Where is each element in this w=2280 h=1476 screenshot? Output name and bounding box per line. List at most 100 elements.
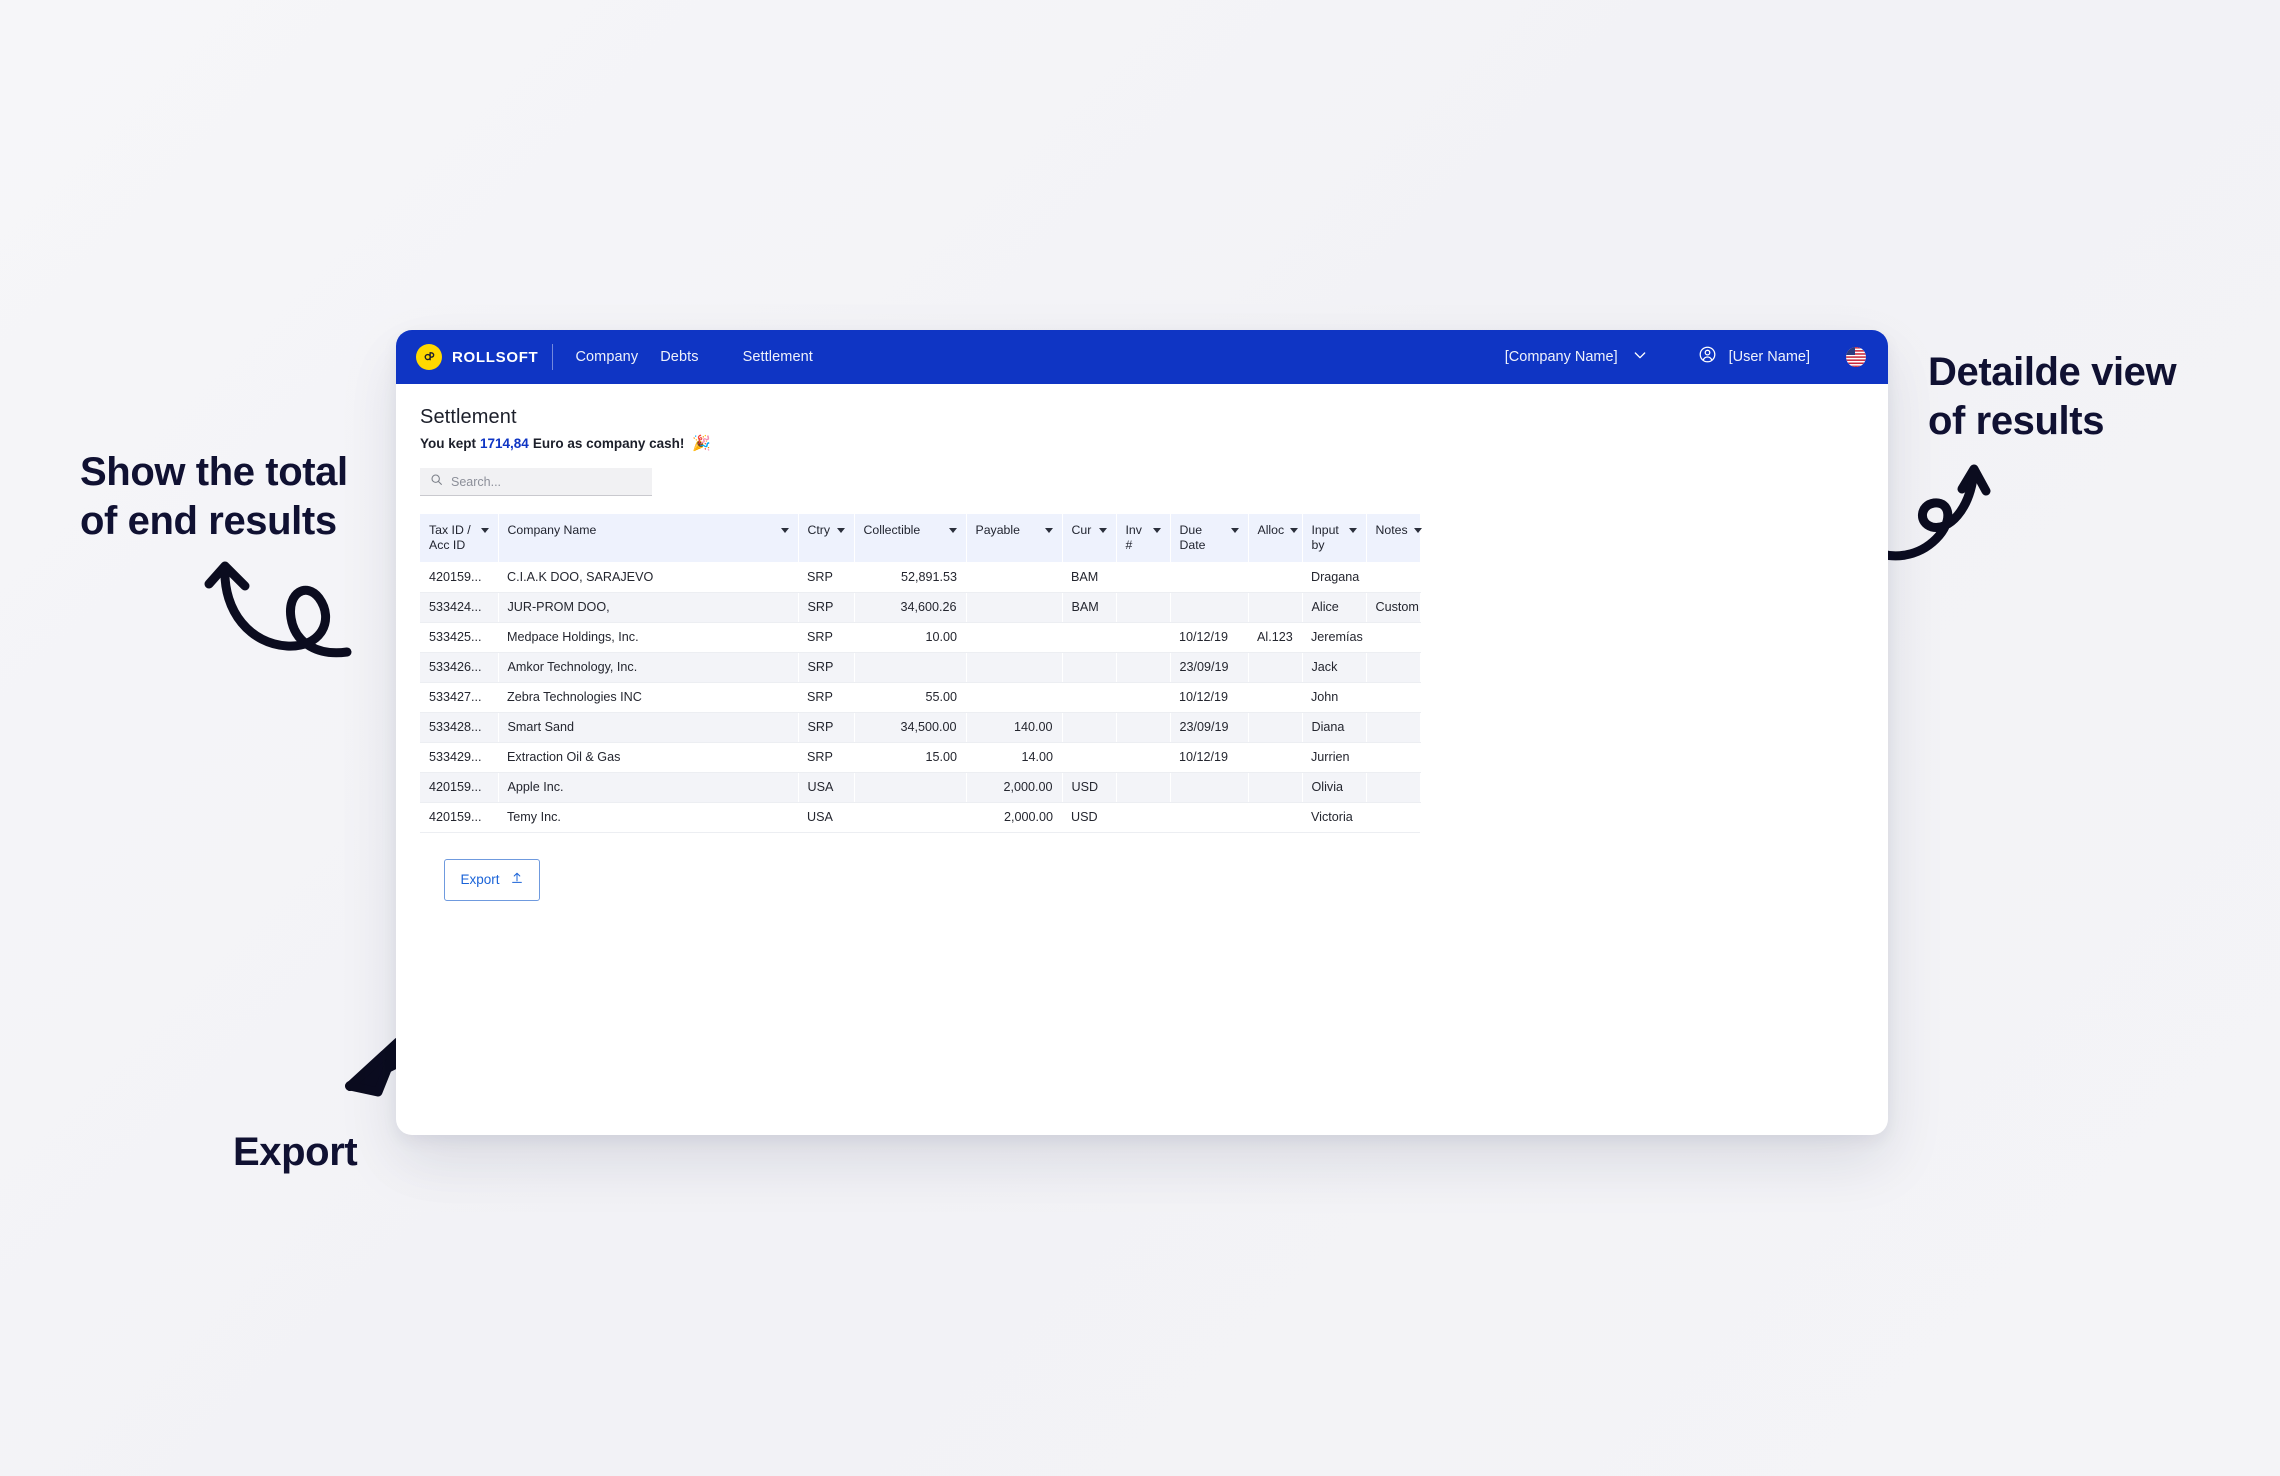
table-column-header-8[interactable]: Alloc <box>1248 514 1303 562</box>
us-flag-icon[interactable] <box>1846 347 1866 367</box>
cell-payable <box>966 622 1062 653</box>
table-column-header-10[interactable]: Notes <box>1366 514 1422 562</box>
cell-input_by: Olivia <box>1302 772 1367 803</box>
table-header: Tax ID / Acc ID Company Name Ctry Collectib… <box>420 514 1422 562</box>
search-input[interactable] <box>451 474 642 489</box>
cell-input_by: John <box>1302 682 1366 713</box>
column-header-label: Collectible <box>863 523 921 537</box>
cell-ctry: SRP <box>798 742 854 773</box>
nav-link-settlement[interactable]: Settlement <box>743 349 813 365</box>
cell-cur: BAM <box>1062 562 1116 593</box>
cell-tax_id: 420159... <box>420 802 498 833</box>
column-header-label: Cur <box>1071 523 1092 537</box>
annotation-show-total: Show the total of end results <box>80 450 348 543</box>
cell-tax_id: 533429... <box>420 742 498 773</box>
cell-tax_id: 533426... <box>420 652 499 683</box>
table-row[interactable]: 533424... JUR-PROM DOO, SRP 34,600.26 BAM Ali… <box>420 592 1421 623</box>
column-sort-caret-icon[interactable] <box>1290 528 1299 533</box>
cell-tax_id: 533424... <box>420 592 499 623</box>
cell-tax_id: 533428... <box>420 712 499 743</box>
table-column-header-2[interactable]: Ctry <box>798 514 855 562</box>
cell-inv <box>1116 622 1170 653</box>
table-column-header-4[interactable]: Payable <box>966 514 1063 562</box>
cell-ctry: SRP <box>798 592 855 623</box>
table-row[interactable]: 420159... C.I.A.K DOO, SARAJEVO SRP 52,891.… <box>420 562 1420 593</box>
cell-due: 10/12/19 <box>1170 742 1248 773</box>
cell-input_by: Jeremías <box>1302 622 1366 653</box>
kept-suffix: Euro as company cash! <box>532 435 685 451</box>
table-column-header-7[interactable]: Due Date <box>1170 514 1249 562</box>
table-row[interactable]: 420159... Temy Inc. USA 2,000.00 USD Victoria <box>420 802 1420 833</box>
cell-ctry: USA <box>798 772 855 803</box>
cell-input_by: Dragana <box>1302 562 1366 593</box>
annotation-detailed-view: Detailde view of results <box>1928 350 2177 443</box>
column-header-label: Due Date <box>1179 523 1206 552</box>
search-icon <box>430 473 443 491</box>
cell-alloc <box>1248 772 1303 803</box>
column-sort-caret-icon[interactable] <box>1044 528 1053 533</box>
column-sort-caret-icon[interactable] <box>780 528 789 533</box>
cell-input_by: Jack <box>1302 652 1367 683</box>
cell-cur: USD <box>1062 772 1117 803</box>
table-row[interactable]: 420159... Apple Inc. USA 2,000.00 USD Olivia <box>420 772 1421 803</box>
table-column-header-5[interactable]: Cur <box>1062 514 1117 562</box>
cell-inv <box>1116 562 1170 593</box>
cell-cur: BAM <box>1062 592 1117 623</box>
cell-due: 23/09/19 <box>1170 652 1249 683</box>
brand-logo[interactable]: ROLLSOFT <box>416 344 538 370</box>
cell-alloc: Al.123 <box>1248 622 1302 653</box>
column-sort-caret-icon[interactable] <box>1098 528 1107 533</box>
cell-alloc <box>1248 712 1303 743</box>
cell-cur <box>1062 682 1116 713</box>
table-column-header-3[interactable]: Collectible <box>854 514 967 562</box>
cell-company: Apple Inc. <box>498 772 799 803</box>
column-sort-caret-icon[interactable] <box>480 528 489 533</box>
table-column-header-9[interactable]: Input by <box>1302 514 1367 562</box>
nav-link-debts[interactable]: Debts <box>660 349 698 365</box>
cell-input_by: Victoria <box>1302 802 1366 833</box>
cell-company: Smart Sand <box>498 712 799 743</box>
column-header-label: Tax ID / Acc ID <box>429 523 471 552</box>
table-column-header-6[interactable]: Inv # <box>1116 514 1171 562</box>
cell-inv <box>1116 682 1170 713</box>
cell-payable <box>966 562 1062 593</box>
nav-link-company[interactable]: Company <box>575 349 638 365</box>
cell-due <box>1170 772 1249 803</box>
cell-company: Zebra Technologies INC <box>498 682 798 713</box>
table-row[interactable]: 533425... Medpace Holdings, Inc. SRP 10.00 1… <box>420 622 1420 653</box>
settlement-table: Tax ID / Acc ID Company Name Ctry Collectib… <box>420 514 1422 833</box>
export-button[interactable]: Export <box>444 858 540 901</box>
table-row[interactable]: 533427... Zebra Technologies INC SRP 55.00 1… <box>420 682 1420 713</box>
cell-notes <box>1366 622 1420 653</box>
cell-inv <box>1116 802 1170 833</box>
company-selector[interactable]: [Company Name] <box>1505 347 1648 368</box>
table-column-header-1[interactable]: Company Name <box>498 514 799 562</box>
cell-inv <box>1116 652 1171 683</box>
cell-collectible <box>854 802 966 833</box>
cell-company: Extraction Oil & Gas <box>498 742 798 773</box>
column-header-label: Input by <box>1311 523 1339 552</box>
cell-payable <box>966 682 1062 713</box>
cell-company: Amkor Technology, Inc. <box>498 652 799 683</box>
settlement-table-container: Tax ID / Acc ID Company Name Ctry Collectib… <box>420 514 1864 833</box>
search-box[interactable] <box>420 468 652 496</box>
table-row[interactable]: 533426... Amkor Technology, Inc. SRP 23/09/… <box>420 652 1421 683</box>
column-sort-caret-icon[interactable] <box>1152 528 1161 533</box>
user-menu[interactable]: [User Name] <box>1698 345 1810 369</box>
user-circle-icon <box>1698 345 1717 369</box>
cell-collectible: 10.00 <box>854 622 966 653</box>
column-sort-caret-icon[interactable] <box>1230 528 1239 533</box>
table-column-header-0[interactable]: Tax ID / Acc ID <box>420 514 499 562</box>
table-row[interactable]: 533428... Smart Sand SRP 34,500.00 140.00 23/… <box>420 712 1421 743</box>
kept-amount: 1714,84 <box>480 435 529 451</box>
column-sort-caret-icon[interactable] <box>1413 528 1422 533</box>
column-header-label: Notes <box>1375 523 1408 537</box>
column-sort-caret-icon[interactable] <box>836 528 845 533</box>
cell-cur <box>1062 712 1117 743</box>
cell-payable: 2,000.00 <box>966 802 1062 833</box>
table-row[interactable]: 533429... Extraction Oil & Gas SRP 15.00 14.… <box>420 742 1420 773</box>
column-sort-caret-icon[interactable] <box>1348 528 1357 533</box>
cell-inv <box>1116 592 1171 623</box>
cell-notes <box>1366 562 1420 593</box>
column-sort-caret-icon[interactable] <box>948 528 957 533</box>
